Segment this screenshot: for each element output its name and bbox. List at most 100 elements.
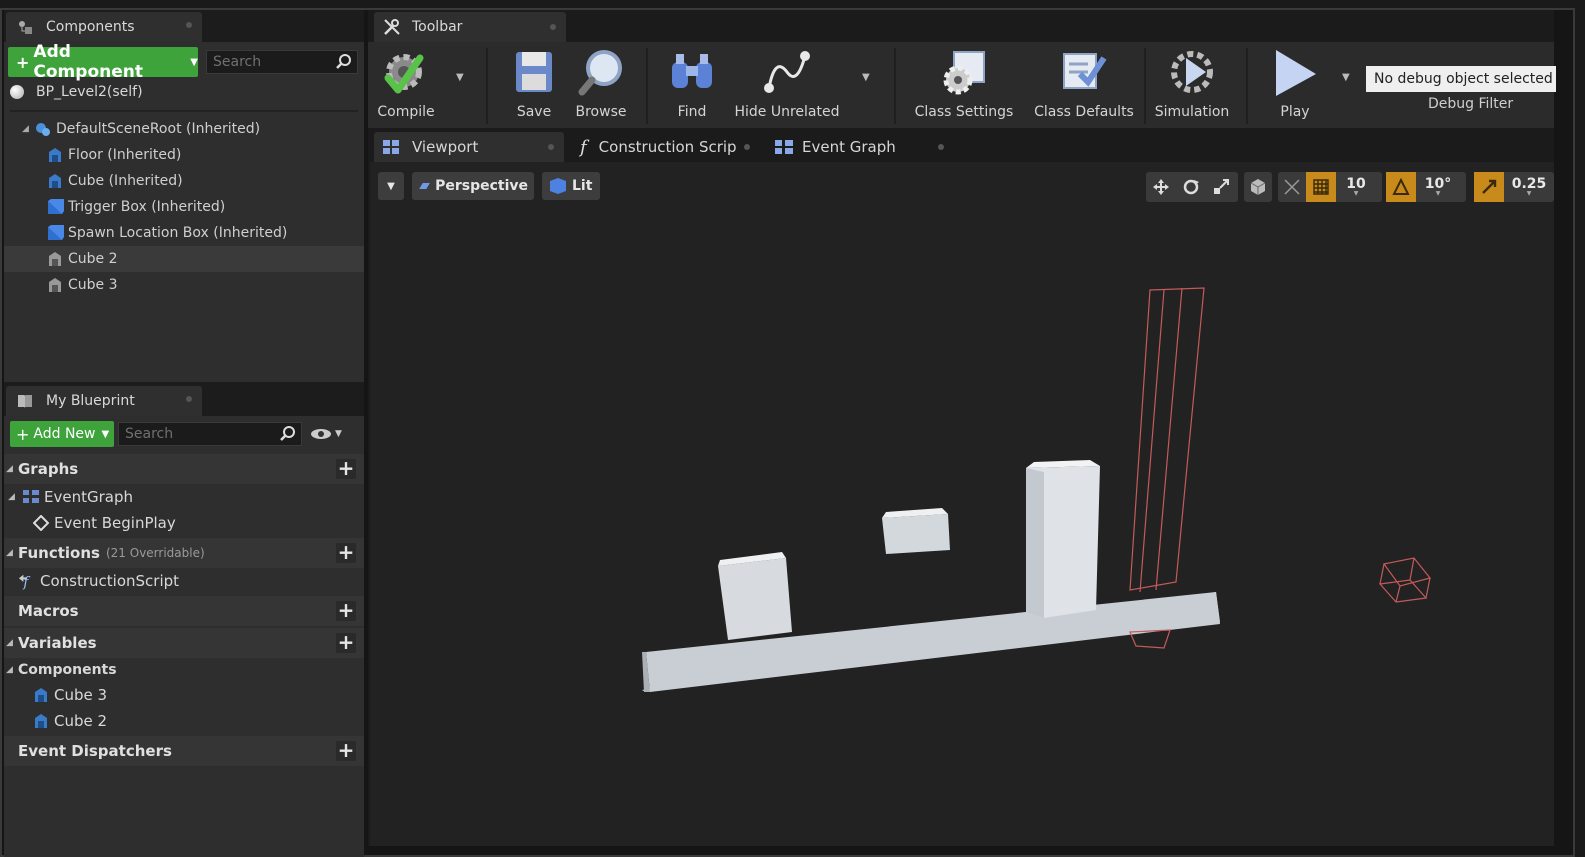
static-mesh-icon	[46, 172, 64, 190]
add-event-dispatcher-button[interactable]: +	[336, 740, 356, 761]
hide-unrelated-icon	[764, 51, 810, 93]
close-icon[interactable]	[548, 144, 554, 150]
compile-button[interactable]: Compile	[374, 46, 438, 124]
viewport[interactable]: ▼ Perspective Lit 10 ▼ 10° ▼ 0.25 ▼	[370, 162, 1554, 846]
close-icon[interactable]	[186, 22, 192, 28]
macros-section[interactable]: Macros +	[4, 596, 364, 626]
viewport-options-button[interactable]: ▼	[378, 172, 404, 200]
expand-triangle-icon[interactable]: ◢	[4, 464, 18, 474]
floor-end-face	[642, 652, 650, 692]
tree-item-trigger-box[interactable]: Trigger Box (Inherited)	[4, 194, 364, 220]
search-icon[interactable]	[279, 425, 297, 443]
play-options-dropdown[interactable]: ▼	[1342, 72, 1350, 83]
toolbar-tab[interactable]: Toolbar	[374, 12, 566, 42]
scale-snap-toggle[interactable]	[1474, 172, 1504, 202]
add-function-button[interactable]: +	[336, 542, 356, 563]
close-icon[interactable]	[550, 24, 556, 30]
surface-snap-toggle[interactable]	[1278, 172, 1306, 202]
floor-mesh	[646, 592, 1220, 692]
expand-triangle-icon[interactable]: ◢	[22, 124, 32, 134]
graphs-section[interactable]: ◢ Graphs +	[4, 454, 364, 484]
scale-snap-size-select[interactable]: 0.25 ▼	[1504, 172, 1554, 202]
components-search[interactable]	[206, 50, 358, 74]
function-item-constructionscript[interactable]: f ConstructionScript	[4, 568, 364, 594]
search-icon[interactable]	[335, 53, 353, 71]
grid-snap-size-select[interactable]: 10 ▼	[1336, 172, 1376, 202]
save-label: Save	[516, 104, 552, 120]
plus-icon: +	[16, 52, 30, 72]
components-category-label: Components	[18, 662, 117, 678]
perspective-button[interactable]: Perspective	[412, 172, 534, 200]
lit-sphere-icon	[550, 178, 566, 194]
self-item[interactable]: BP_Level2(self)	[4, 80, 364, 104]
toolbar-divider	[486, 48, 488, 124]
tree-item-cube[interactable]: Cube (Inherited)	[4, 168, 364, 194]
simulation-button[interactable]: Simulation	[1154, 46, 1230, 124]
graph-item-eventgraph[interactable]: ◢ EventGraph	[4, 484, 364, 510]
add-variable-button[interactable]: +	[336, 632, 356, 653]
tree-item-defaultsceneroot[interactable]: ◢ DefaultSceneRoot (Inherited)	[4, 116, 364, 142]
components-tabstrip: Components	[4, 10, 364, 42]
find-button[interactable]: Find	[662, 46, 722, 124]
tab-event-graph[interactable]: Event Graph	[766, 132, 954, 162]
tree-item-cube-2[interactable]: Cube 2	[4, 246, 364, 272]
add-new-button[interactable]: + Add New ▼	[10, 421, 114, 447]
function-icon: f	[580, 136, 587, 158]
expand-triangle-icon[interactable]: ◢	[8, 492, 22, 502]
rotate-icon	[1183, 179, 1199, 195]
hide-unrelated-button[interactable]: Hide Unrelated	[732, 46, 842, 124]
variable-item-cube-2[interactable]: Cube 2	[4, 708, 364, 734]
tab-viewport[interactable]: Viewport	[374, 132, 564, 162]
variable-item-cube-3[interactable]: Cube 3	[4, 682, 364, 708]
expand-triangle-icon[interactable]: ◢	[4, 665, 18, 675]
browse-button[interactable]: Browse	[568, 46, 634, 124]
functions-section[interactable]: ◢ Functions (21 Overridable) +	[4, 538, 364, 568]
grid-snap-toggle[interactable]	[1306, 172, 1336, 202]
class-settings-button[interactable]: Class Settings	[912, 46, 1016, 124]
tree-item-cube-3[interactable]: Cube 3	[4, 272, 364, 298]
scale-tool[interactable]	[1206, 172, 1236, 202]
close-icon[interactable]	[938, 144, 944, 150]
add-graph-button[interactable]: +	[336, 458, 356, 479]
compile-options-dropdown[interactable]: ▼	[456, 72, 464, 83]
toolbar-divider	[894, 48, 896, 124]
variables-components-category[interactable]: ◢ Components	[4, 658, 364, 682]
rotation-snap-size-select[interactable]: 10° ▼	[1416, 172, 1460, 202]
add-new-label: Add New	[33, 426, 96, 442]
debug-object-select[interactable]: No debug object selected	[1366, 66, 1556, 92]
graph-item-event-beginplay[interactable]: Event BeginPlay	[4, 510, 364, 536]
add-component-button[interactable]: + Add Component ▼	[8, 42, 198, 82]
rotate-tool[interactable]	[1176, 172, 1206, 202]
book-icon	[16, 392, 34, 410]
components-tab[interactable]: Components	[6, 12, 202, 42]
translate-tool[interactable]	[1146, 172, 1176, 202]
view-options-button[interactable]: ▼	[310, 427, 342, 441]
magnifier-icon	[578, 50, 622, 96]
save-button[interactable]: Save	[506, 46, 562, 124]
tree-item-label: Cube 3	[68, 277, 118, 293]
my-blueprint-tab[interactable]: My Blueprint	[6, 386, 202, 416]
event-dispatchers-section[interactable]: Event Dispatchers +	[4, 736, 364, 766]
close-icon[interactable]	[744, 144, 750, 150]
my-blueprint-search[interactable]	[118, 422, 302, 446]
rotation-snap-toggle[interactable]	[1386, 172, 1416, 202]
tab-construction-script[interactable]: f Construction Scrip	[572, 132, 760, 162]
lit-button[interactable]: Lit	[542, 172, 600, 200]
close-icon[interactable]	[186, 396, 192, 402]
viewport-icon	[383, 140, 399, 154]
tree-item-floor[interactable]: Floor (Inherited)	[4, 142, 364, 168]
expand-triangle-icon[interactable]: ◢	[4, 548, 18, 558]
class-defaults-button[interactable]: Class Defaults	[1032, 46, 1136, 124]
toolbar-divider	[646, 48, 648, 124]
chevron-down-icon: ▼	[387, 180, 395, 192]
play-button[interactable]: Play	[1268, 46, 1322, 124]
graph-item-label: EventGraph	[44, 488, 133, 506]
functions-section-label: Functions	[18, 544, 100, 562]
add-macro-button[interactable]: +	[336, 600, 356, 621]
tree-item-spawn-location-box[interactable]: Spawn Location Box (Inherited)	[4, 220, 364, 246]
expand-triangle-icon[interactable]: ◢	[4, 638, 18, 648]
my-blueprint-search-input[interactable]	[125, 426, 301, 442]
world-local-toggle[interactable]	[1244, 172, 1272, 202]
variables-section[interactable]: ◢ Variables +	[4, 628, 364, 658]
hide-unrelated-options-dropdown[interactable]: ▼	[862, 72, 870, 83]
